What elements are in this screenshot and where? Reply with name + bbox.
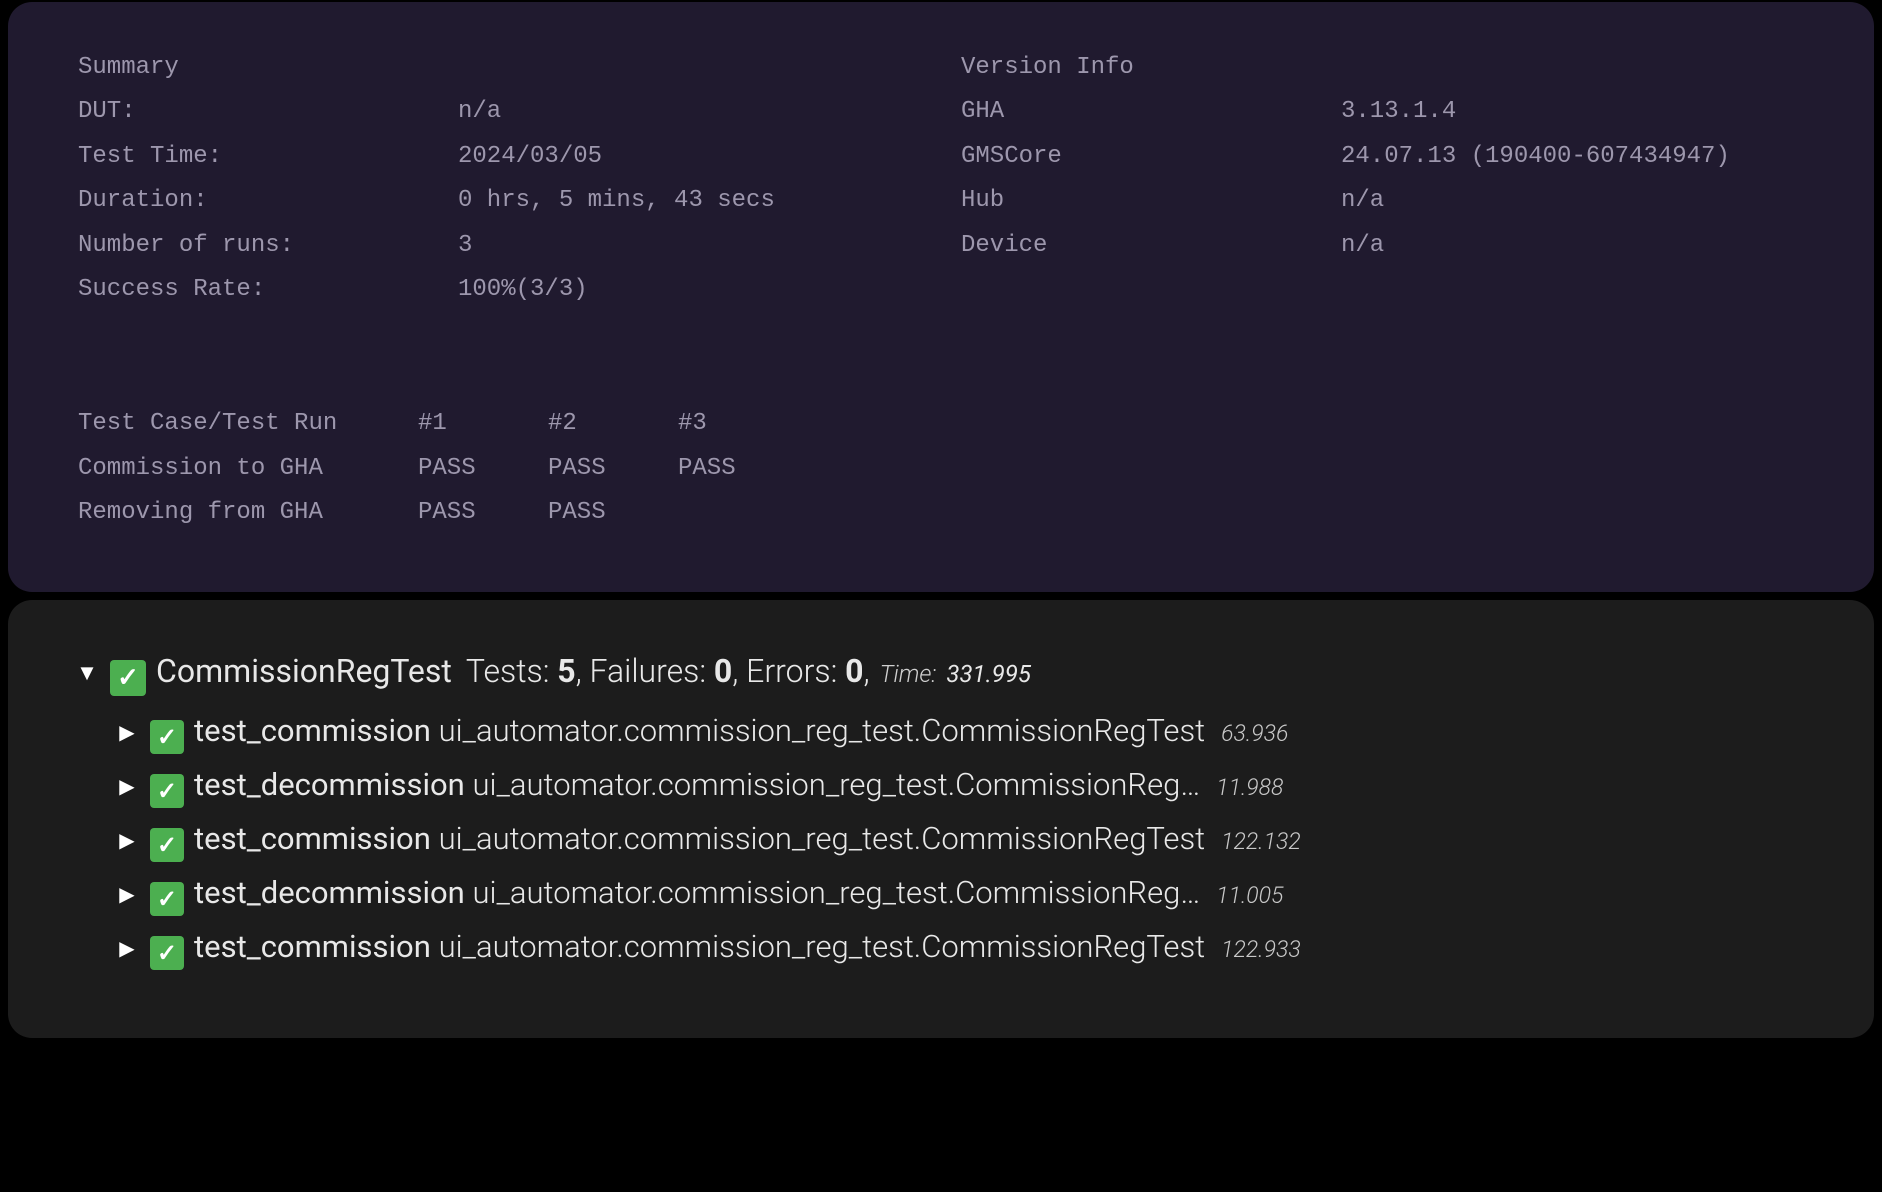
summary-value: 0 hrs, 5 mins, 43 secs xyxy=(458,179,921,223)
test-path: ui_automator.commission_reg_test.Commiss… xyxy=(439,928,1206,965)
test-time: 122.132 xyxy=(1221,828,1301,855)
summary-column: Summary DUT:n/a Test Time:2024/03/05 Dur… xyxy=(78,46,921,312)
tree-suite-row[interactable]: ▼ ✓ CommissionRegTest Tests: 5, Failures… xyxy=(74,652,1814,692)
runs-header-name: Test Case/Test Run xyxy=(78,402,418,446)
errors-label: Errors: xyxy=(746,652,837,690)
test-path: ui_automator.commission_reg_test.Commiss… xyxy=(439,712,1206,749)
runs-header: #3 xyxy=(678,402,808,446)
version-value: n/a xyxy=(1341,224,1804,268)
version-column: Version Info GHA3.13.1.4 GMSCore24.07.13… xyxy=(961,46,1804,312)
check-icon: ✓ xyxy=(150,882,184,916)
summary-label: Success Rate: xyxy=(78,268,458,312)
runs-header: #1 xyxy=(418,402,548,446)
summary-panel: Summary DUT:n/a Test Time:2024/03/05 Dur… xyxy=(8,2,1874,592)
runs-result: PASS xyxy=(418,491,548,535)
version-value: n/a xyxy=(1341,179,1804,223)
collapse-icon[interactable]: ▼ xyxy=(74,660,100,686)
suite-name: CommissionRegTest xyxy=(156,652,452,690)
test-time: 63.936 xyxy=(1221,720,1288,747)
summary-value: 2024/03/05 xyxy=(458,135,921,179)
summary-label: Duration: xyxy=(78,179,458,223)
version-row: Hubn/a xyxy=(961,179,1804,223)
test-name: test_decommission xyxy=(194,766,465,803)
tree-test-row[interactable]: ▶ ✓ test_decommission ui_automator.commi… xyxy=(114,874,1814,912)
version-value: 3.13.1.4 xyxy=(1341,90,1804,134)
test-time: 11.005 xyxy=(1216,882,1283,909)
check-icon: ✓ xyxy=(150,936,184,970)
expand-icon[interactable]: ▶ xyxy=(114,936,140,960)
tree-test-row[interactable]: ▶ ✓ test_decommission ui_automator.commi… xyxy=(114,766,1814,804)
runs-testname: Commission to GHA xyxy=(78,447,418,491)
test-path: ui_automator.commission_reg_test.Commiss… xyxy=(472,766,1200,803)
expand-icon[interactable]: ▶ xyxy=(114,882,140,906)
check-icon: ✓ xyxy=(110,660,146,696)
summary-label: Test Time: xyxy=(78,135,458,179)
summary-row: DUT:n/a xyxy=(78,90,921,134)
test-time: 11.988 xyxy=(1216,774,1283,801)
summary-heading: Summary xyxy=(78,46,179,90)
summary-row: Success Rate:100%(3/3) xyxy=(78,268,921,312)
summary-label: Number of runs: xyxy=(78,224,458,268)
version-label: Device xyxy=(961,224,1341,268)
runs-result: PASS xyxy=(678,447,808,491)
runs-result: PASS xyxy=(548,447,678,491)
runs-header: #2 xyxy=(548,402,678,446)
runs-data-row: Removing from GHA PASS PASS xyxy=(78,491,1804,535)
tests-label: Tests: xyxy=(466,652,550,690)
version-row: Devicen/a xyxy=(961,224,1804,268)
summary-label: DUT: xyxy=(78,90,458,134)
tree-test-row[interactable]: ▶ ✓ test_commission ui_automator.commiss… xyxy=(114,928,1814,966)
runs-header-row: Test Case/Test Run #1 #2 #3 xyxy=(78,402,1804,446)
tree-test-row[interactable]: ▶ ✓ test_commission ui_automator.commiss… xyxy=(114,712,1814,750)
summary-value: 100%(3/3) xyxy=(458,268,921,312)
version-label: GMSCore xyxy=(961,135,1341,179)
check-icon: ✓ xyxy=(150,828,184,862)
test-name: test_decommission xyxy=(194,874,465,911)
errors-count: 0 xyxy=(845,652,863,690)
runs-result: PASS xyxy=(548,491,678,535)
check-icon: ✓ xyxy=(150,720,184,754)
test-tree-panel: ▼ ✓ CommissionRegTest Tests: 5, Failures… xyxy=(8,600,1874,1038)
tree-test-row[interactable]: ▶ ✓ test_commission ui_automator.commiss… xyxy=(114,820,1814,858)
summary-row: Test Time:2024/03/05 xyxy=(78,135,921,179)
runs-result: PASS xyxy=(418,447,548,491)
check-icon: ✓ xyxy=(150,774,184,808)
version-label: Hub xyxy=(961,179,1341,223)
test-path: ui_automator.commission_reg_test.Commiss… xyxy=(439,820,1206,857)
runs-table: Test Case/Test Run #1 #2 #3 Commission t… xyxy=(78,402,1804,535)
version-label: GHA xyxy=(961,90,1341,134)
test-name: test_commission xyxy=(194,928,431,965)
expand-icon[interactable]: ▶ xyxy=(114,774,140,798)
version-value: 24.07.13 (190400-607434947) xyxy=(1341,135,1804,179)
expand-icon[interactable]: ▶ xyxy=(114,720,140,744)
test-time: 122.933 xyxy=(1221,936,1301,963)
test-name: test_commission xyxy=(194,820,431,857)
version-heading: Version Info xyxy=(961,46,1134,90)
version-row: GMSCore24.07.13 (190400-607434947) xyxy=(961,135,1804,179)
version-row: GHA3.13.1.4 xyxy=(961,90,1804,134)
runs-data-row: Commission to GHA PASS PASS PASS xyxy=(78,447,1804,491)
suite-stats: Tests: 5, Failures: 0, Errors: 0, xyxy=(466,652,870,690)
summary-row: Duration:0 hrs, 5 mins, 43 secs xyxy=(78,179,921,223)
failures-label: Failures: xyxy=(590,652,707,690)
failures-count: 0 xyxy=(714,652,732,690)
test-path: ui_automator.commission_reg_test.Commiss… xyxy=(472,874,1200,911)
expand-icon[interactable]: ▶ xyxy=(114,828,140,852)
summary-row: Number of runs:3 xyxy=(78,224,921,268)
tests-count: 5 xyxy=(557,652,575,690)
suite-time: 331.995 xyxy=(946,660,1031,688)
summary-value: 3 xyxy=(458,224,921,268)
test-name: test_commission xyxy=(194,712,431,749)
suite-time-label: Time: xyxy=(880,660,937,688)
runs-result xyxy=(678,491,808,535)
summary-value: n/a xyxy=(458,90,921,134)
runs-testname: Removing from GHA xyxy=(78,491,418,535)
